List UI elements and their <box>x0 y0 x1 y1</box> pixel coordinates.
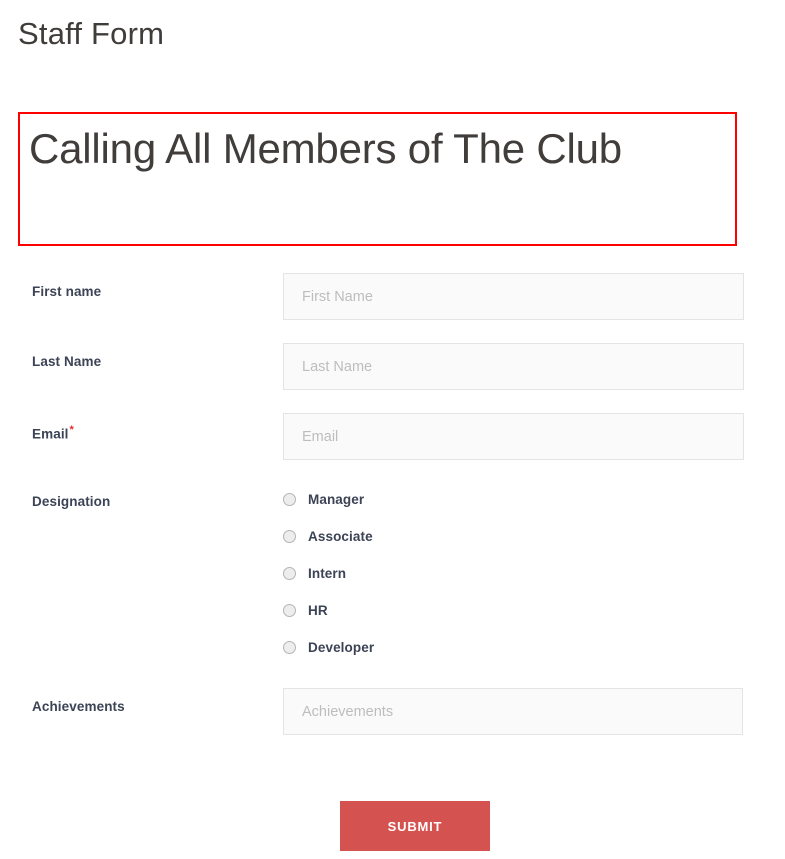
radio-option-label: Associate <box>308 529 373 544</box>
radio-option-label: Manager <box>308 492 365 507</box>
radio-button-icon[interactable] <box>283 530 296 543</box>
last-name-label-text: Last Name <box>32 354 102 369</box>
radio-option-label: Intern <box>308 566 347 581</box>
submit-button[interactable]: SUBMIT <box>340 801 490 851</box>
radio-option-label: Developer <box>308 640 375 655</box>
radio-option-label: HR <box>308 603 328 618</box>
designation-radio-group: Manager Associate Intern HR Developer <box>283 481 374 666</box>
last-name-label: Last Name <box>32 354 101 369</box>
radio-button-icon[interactable] <box>283 567 296 580</box>
designation-label-text: Designation <box>32 494 111 509</box>
radio-option-hr[interactable]: HR <box>283 592 374 629</box>
form-heading: Calling All Members of The Club <box>29 125 622 172</box>
email-required-asterisk: * <box>69 424 74 436</box>
designation-label: Designation <box>32 494 110 509</box>
email-input[interactable] <box>283 413 744 460</box>
first-name-label: First name <box>32 284 101 299</box>
achievements-label-text: Achievements <box>32 699 125 714</box>
radio-option-developer[interactable]: Developer <box>283 629 374 666</box>
radio-button-icon[interactable] <box>283 641 296 654</box>
first-name-input[interactable] <box>283 273 744 320</box>
first-name-label-text: First name <box>32 284 102 299</box>
page-title: Staff Form <box>18 16 165 51</box>
last-name-input[interactable] <box>283 343 744 390</box>
achievements-input[interactable] <box>283 688 743 735</box>
radio-option-associate[interactable]: Associate <box>283 518 374 555</box>
email-label-text: Email <box>32 426 69 442</box>
achievements-label: Achievements <box>32 699 125 714</box>
email-label: Email* <box>32 424 74 442</box>
radio-button-icon[interactable] <box>283 604 296 617</box>
radio-option-intern[interactable]: Intern <box>283 555 374 592</box>
radio-option-manager[interactable]: Manager <box>283 481 374 518</box>
radio-button-icon[interactable] <box>283 493 296 506</box>
